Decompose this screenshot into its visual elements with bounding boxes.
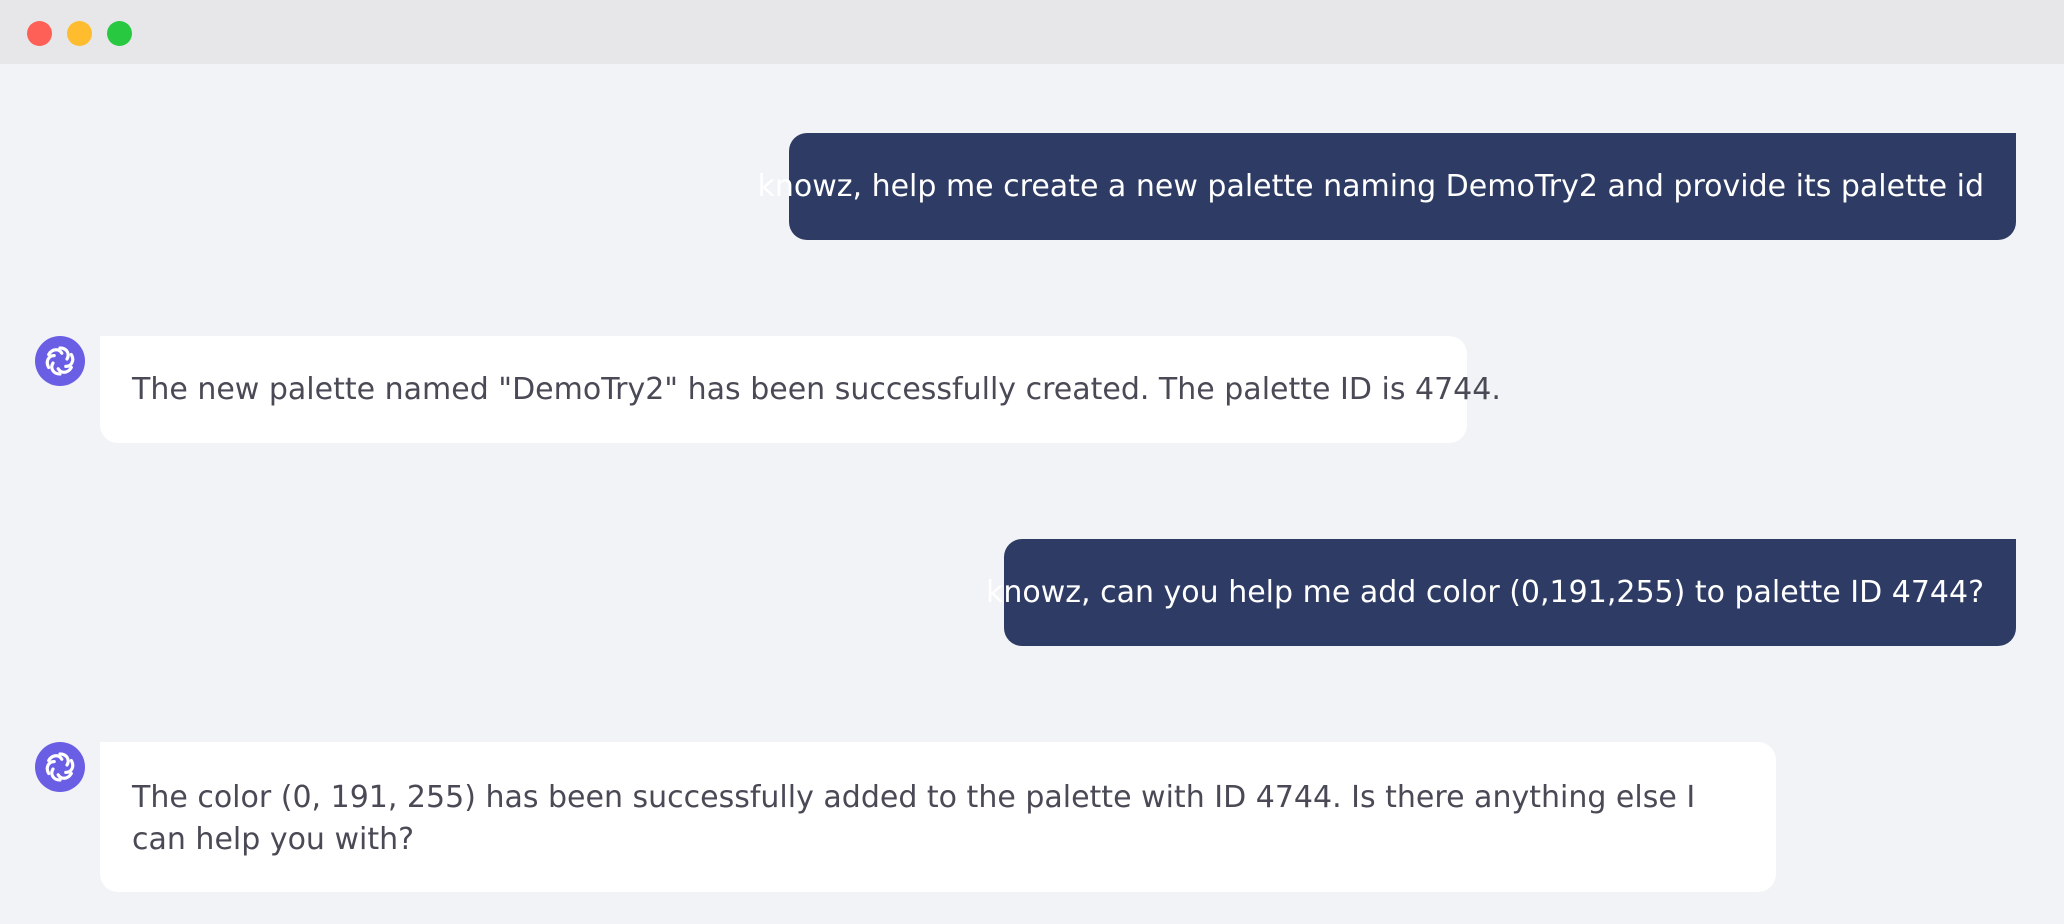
window-maximize-button[interactable] [107, 21, 132, 46]
assistant-message: The color (0, 191, 255) has been success… [100, 742, 1776, 892]
window-close-button[interactable] [27, 21, 52, 46]
user-message: knowz, help me create a new palette nami… [757, 133, 2016, 240]
user-message: knowz, can you help me add color (0,191,… [986, 539, 2016, 646]
assistant-message: The new palette named "DemoTry2" has bee… [100, 336, 1501, 443]
window-minimize-button[interactable] [67, 21, 92, 46]
assistant-avatar [35, 742, 85, 792]
assistant-avatar [35, 336, 85, 386]
window-titlebar [0, 0, 2064, 64]
assistant-logo-icon [45, 346, 75, 376]
chat-thread: knowz, help me create a new palette nami… [0, 64, 2064, 924]
assistant-logo-icon [45, 752, 75, 782]
